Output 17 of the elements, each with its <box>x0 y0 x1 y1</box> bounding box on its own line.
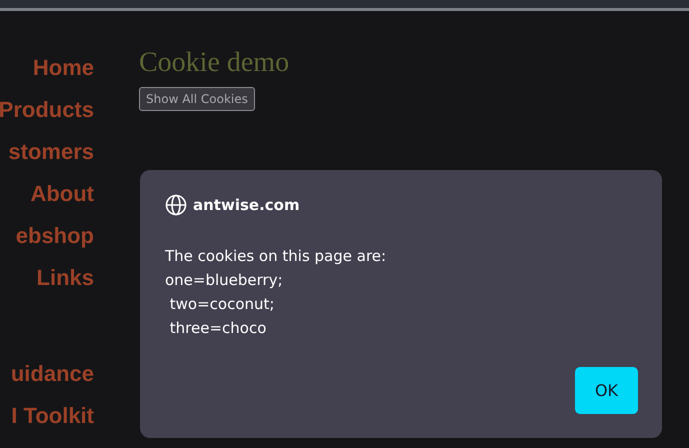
nav-link[interactable]: uidance <box>10 353 94 395</box>
nav-link[interactable]: Products <box>0 89 94 131</box>
show-cookies-button[interactable]: Show All Cookies <box>139 87 255 111</box>
dialog-site: antwise.com <box>193 196 300 214</box>
nav-link[interactable]: Links <box>36 257 94 299</box>
message-line: one=blueberry; <box>165 270 284 291</box>
message-line: three=choco <box>168 318 268 339</box>
nav-link[interactable]: ebshop <box>16 215 94 257</box>
nav-link[interactable]: About <box>30 173 94 215</box>
message-line: The cookies on this page are: <box>165 246 388 267</box>
nav-link[interactable]: I Toolkit <box>11 395 94 437</box>
message-line: two=coconut; <box>168 294 276 315</box>
nav-link[interactable]: stomers <box>8 131 94 173</box>
globe-icon <box>165 194 187 216</box>
nav-link[interactable]: Home <box>32 47 94 89</box>
page-title: Cookie demo <box>139 47 290 79</box>
ok-button[interactable]: OK <box>575 367 638 414</box>
